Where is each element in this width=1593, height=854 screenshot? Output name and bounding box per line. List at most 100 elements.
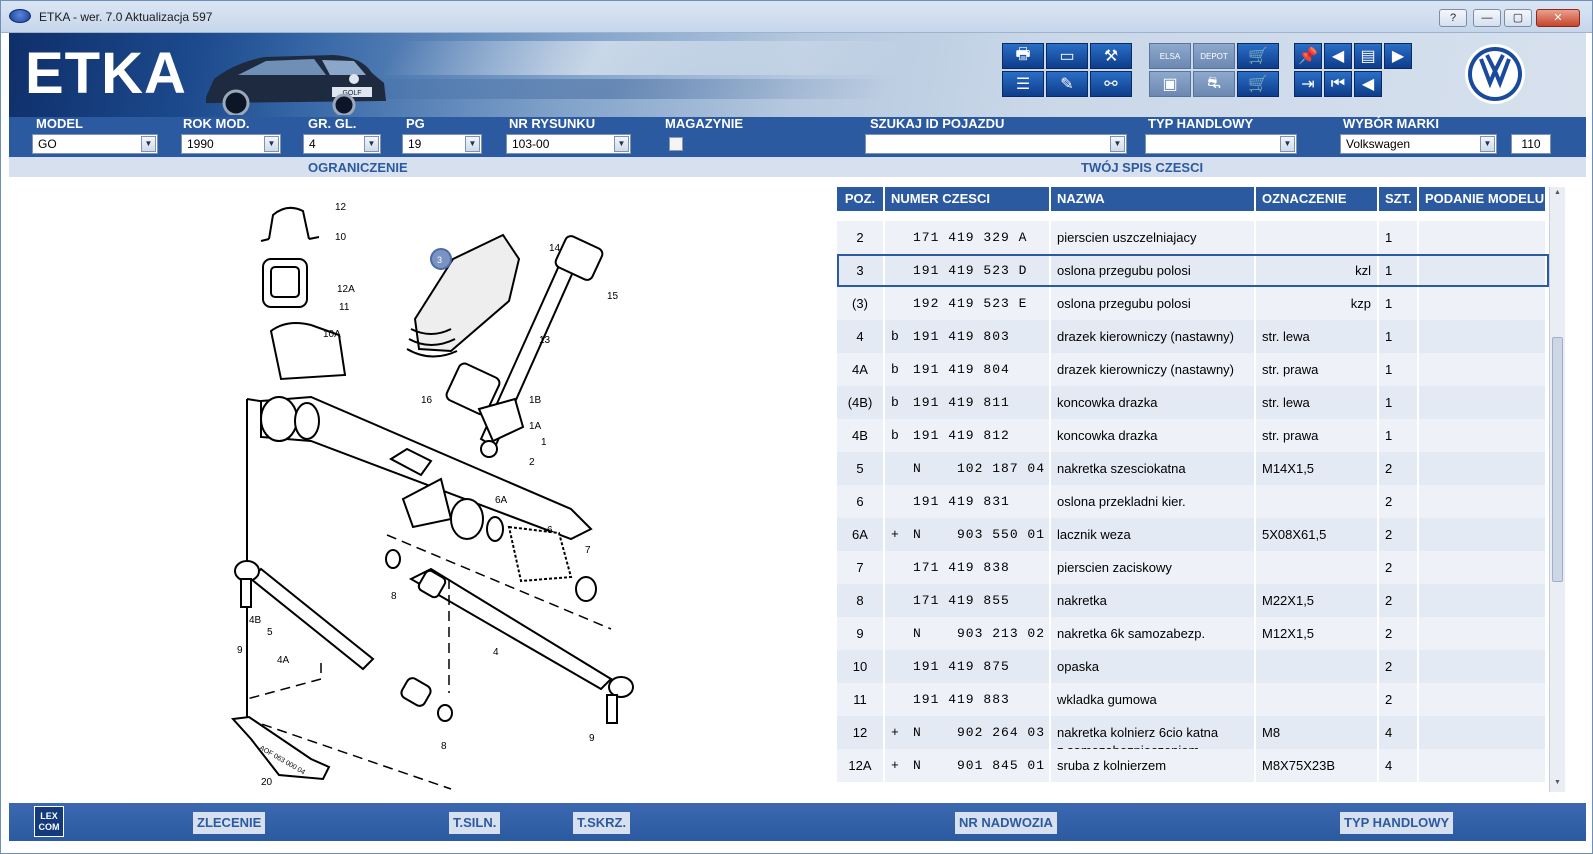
vw-logo-icon — [1465, 44, 1525, 104]
page-next-icon[interactable]: ▶ — [1384, 43, 1412, 69]
callout-4: 4 — [493, 647, 499, 658]
tools-icon[interactable]: ⚒ — [1090, 43, 1132, 69]
table-row[interactable]: 8 171 419 855 nakretka M22X1,5 2 — [837, 584, 1549, 617]
cell-part-number: 171 419 855 — [885, 584, 1051, 617]
restriction-tab[interactable]: OGRANICZENIE — [308, 160, 408, 175]
chevron-down-icon[interactable]: ▼ — [1110, 136, 1125, 152]
warehouse-checkbox[interactable] — [669, 137, 683, 151]
car-search-icon[interactable]: ⛐ — [1193, 71, 1235, 97]
table-row[interactable]: 6A + N 903 550 01 lacznik weza 5X08X61,5 2 — [837, 518, 1549, 551]
chevron-down-icon[interactable]: ▼ — [1480, 136, 1495, 152]
part-name: oslona przegubu polosi — [1057, 263, 1191, 278]
model-select[interactable]: GO ▼ — [32, 134, 158, 154]
title-bar: ETKA - wer. 7.0 Aktualizacja 597 ? — ▢ ✕ — [1, 1, 1592, 33]
table-row[interactable]: 4B b 191 419 812 koncowka drazka str. prawa 1 — [837, 419, 1549, 452]
chevron-down-icon[interactable]: ▼ — [141, 136, 156, 152]
brand-select[interactable]: Volkswagen ▼ — [1340, 134, 1497, 154]
table-row[interactable]: 3 191 419 523 D oslona przegubu polosi kzl 1 — [837, 254, 1549, 287]
chevron-down-icon[interactable]: ▼ — [364, 136, 379, 152]
cell-qty: 2 — [1379, 650, 1419, 683]
exploded-parts-drawing[interactable]: 12 10 12A 11 10A 3 14 15 13 16 1B 1A 1 2… — [11, 179, 829, 799]
year-select[interactable]: 1990 ▼ — [181, 134, 281, 154]
table-row[interactable]: 7 171 419 838 pierscien zaciskowy 2 — [837, 551, 1549, 584]
warehouse-label: MAGAZYNIE — [665, 116, 743, 131]
part-prefix: + — [891, 758, 900, 773]
scroll-down-icon[interactable]: ▼ — [1552, 779, 1563, 790]
link-icon[interactable]: ⚯ — [1090, 71, 1132, 97]
cart-icon[interactable]: 🛒 — [1237, 71, 1279, 97]
chevron-down-icon[interactable]: ▼ — [264, 136, 279, 152]
pencil-icon[interactable]: ✎ — [1046, 71, 1088, 97]
order-button[interactable]: ZLECENIE — [193, 812, 266, 834]
col-model[interactable]: PODANIE MODELU — [1419, 187, 1547, 211]
drawing-no-select[interactable]: 103-00 ▼ — [506, 134, 631, 154]
col-poz[interactable]: POZ. — [837, 187, 885, 211]
callout-10: 10 — [335, 232, 347, 243]
trade-type-select[interactable]: ▼ — [1145, 134, 1297, 154]
cell-part-number: 191 419 875 — [885, 650, 1051, 683]
callout-8: 8 — [391, 591, 397, 602]
part-number: 191 419 811 — [913, 395, 1010, 410]
depot-icon[interactable]: DEPOT — [1193, 43, 1235, 69]
table-row[interactable]: 5 N 102 187 04 nakretka szesciokatna M14X1,… — [837, 452, 1549, 485]
minimize-button[interactable]: — — [1473, 9, 1501, 27]
close-button[interactable]: ✕ — [1536, 9, 1580, 27]
vehicle-id-select[interactable]: ▼ — [865, 134, 1127, 154]
table-row[interactable]: 4 b 191 419 803 drazek kierowniczy (nastawn… — [837, 320, 1549, 353]
part-name: nakretka kolnierz 6cio katna — [1057, 725, 1219, 740]
chevron-down-icon[interactable]: ▼ — [465, 136, 480, 152]
cell-part-number: b 191 419 811 — [885, 386, 1051, 419]
monitor-icon[interactable]: ▣ — [1149, 71, 1191, 97]
brand-code-field[interactable]: 110 — [1511, 134, 1551, 154]
page-prev-icon[interactable]: ◀ — [1354, 71, 1382, 97]
chevron-down-icon[interactable]: ▼ — [614, 136, 629, 152]
main-group-select[interactable]: 4 ▼ — [303, 134, 381, 154]
table-row[interactable]: 6 191 419 831 oslona przekladni kier. 2 — [837, 485, 1549, 518]
table-row[interactable]: 10 191 419 875 opaska 2 — [837, 650, 1549, 683]
cell-name: oslona przegubu polosi — [1051, 287, 1256, 320]
exit-icon[interactable]: ⇥ — [1294, 71, 1322, 97]
table-row[interactable]: (3) 192 419 523 E oslona przegubu polosi kz… — [837, 287, 1549, 320]
cart-add-icon[interactable]: 🛒 — [1237, 43, 1279, 69]
print-icon[interactable]: 🖶 — [1002, 43, 1044, 69]
cell-mark: 5X08X61,5 — [1256, 518, 1379, 551]
cell-qty: 1 — [1379, 221, 1419, 254]
cell-mark: M8X75X23B — [1256, 749, 1379, 782]
model-value: GO — [38, 137, 57, 151]
printer-list-icon[interactable]: ☰ — [1002, 71, 1044, 97]
col-name[interactable]: NAZWA — [1051, 187, 1256, 211]
help-button[interactable]: ? — [1439, 9, 1467, 27]
cell-model — [1419, 254, 1547, 287]
gearbox-type-button[interactable]: T.SKRZ. — [573, 812, 631, 834]
cell-qty: 1 — [1379, 419, 1419, 452]
document-icon[interactable]: ▤ — [1354, 43, 1382, 69]
trade-type-button[interactable]: TYP HANDLOWY — [1340, 812, 1454, 834]
engine-type-button[interactable]: T.SILN. — [449, 812, 501, 834]
table-row[interactable]: (4B) b 191 419 811 koncowka drazka str. lewa… — [837, 386, 1549, 419]
trade-type-label: TYP HANDLOWY — [1148, 116, 1254, 131]
table-scrollbar[interactable]: ▲ ▼ — [1549, 187, 1565, 792]
pg-select[interactable]: 19 ▼ — [402, 134, 482, 154]
pin-icon[interactable]: 📌 — [1294, 43, 1322, 69]
table-row[interactable]: 4A b 191 419 804 drazek kierowniczy (nastaw… — [837, 353, 1549, 386]
cell-qty: 2 — [1379, 452, 1419, 485]
col-qty[interactable]: SZT. — [1379, 187, 1419, 211]
etka-logo: ETKA — [25, 41, 187, 106]
elsa-icon[interactable]: ELSA — [1149, 43, 1191, 69]
page-first-alt-icon[interactable]: ⏮ — [1324, 71, 1352, 97]
table-row[interactable]: 12A + N 901 845 01 sruba z kolnierzem M8X75X… — [837, 749, 1549, 782]
scrollbar-thumb[interactable] — [1552, 337, 1563, 582]
col-part-number[interactable]: NUMER CZESCI — [885, 187, 1051, 211]
screen-icon[interactable]: ▭ — [1046, 43, 1088, 69]
table-row[interactable]: 11 191 419 883 wkladka gumowa 2 — [837, 683, 1549, 716]
table-row[interactable]: 9 N 903 213 02 nakretka 6k samozabezp. M12X… — [837, 617, 1549, 650]
part-name: oslona przekladni kier. — [1057, 494, 1186, 509]
maximize-button[interactable]: ▢ — [1504, 9, 1532, 27]
table-row[interactable]: 2 171 419 329 A pierscien uszczelniajacy 1 — [837, 221, 1549, 254]
body-number-button[interactable]: NR NADWOZIA — [955, 812, 1057, 834]
page-first-icon[interactable]: ◀ — [1324, 43, 1352, 69]
scroll-up-icon[interactable]: ▲ — [1552, 189, 1563, 200]
cell-mark — [1256, 683, 1379, 716]
col-mark[interactable]: OZNACZENIE — [1256, 187, 1379, 211]
chevron-down-icon[interactable]: ▼ — [1280, 136, 1295, 152]
